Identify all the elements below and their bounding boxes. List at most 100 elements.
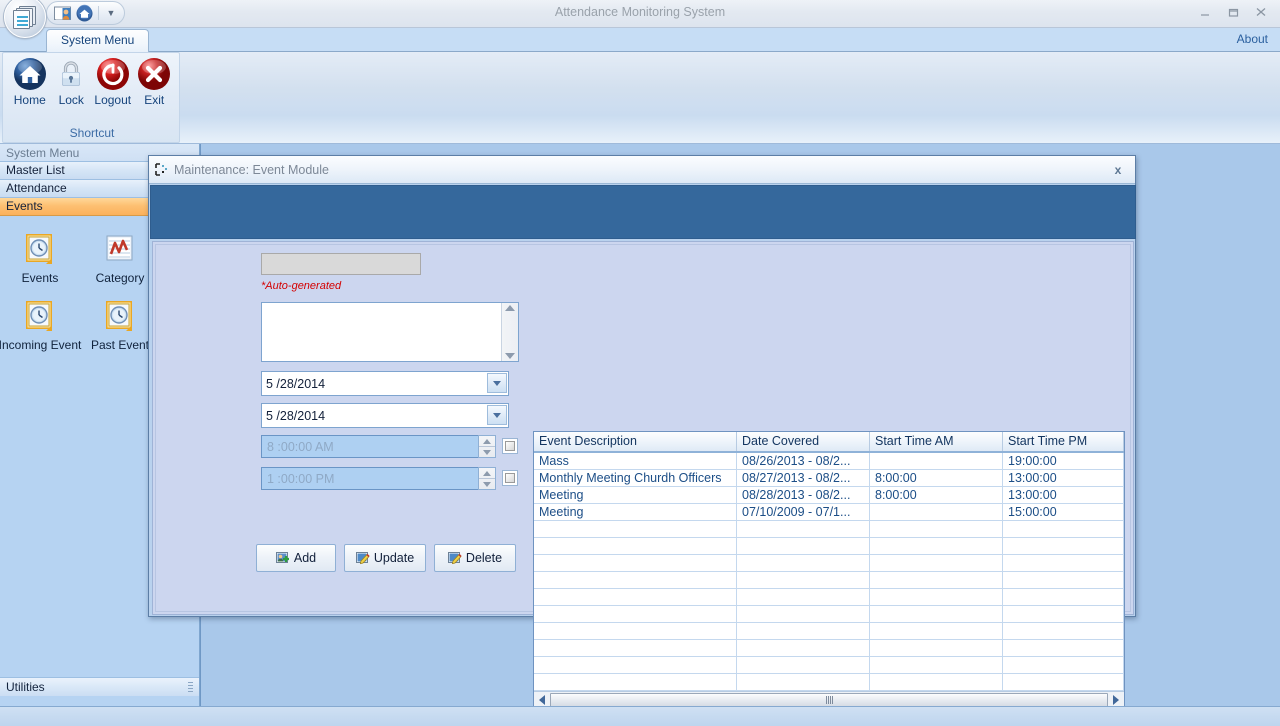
table-row[interactable] (534, 623, 1124, 640)
stepper-up[interactable] (479, 468, 495, 478)
table-cell (870, 589, 1003, 605)
stepper-down[interactable] (479, 446, 495, 457)
auto-generated-note: *Auto-generated (261, 280, 342, 292)
table-cell: Monthly Meeting Churdh Officers (534, 470, 737, 486)
time-start-pm-stepper[interactable] (478, 467, 496, 490)
table-cell (737, 674, 870, 690)
delete-button[interactable]: Delete (434, 544, 516, 572)
table-cell (1003, 674, 1124, 690)
nav-icon-label: Past Event (90, 338, 150, 352)
dialog-inner-panel: Event ID *Auto-generated Event Start Dat… (155, 244, 1131, 709)
edit-icon (447, 552, 462, 565)
stepper-down[interactable] (479, 478, 495, 489)
orb-pages-icon (12, 6, 38, 29)
clock-document-icon (106, 301, 132, 331)
table-row[interactable]: Meeting 08/28/2013 - 08/2... 8:00:00 13:00:… (534, 487, 1124, 504)
table-row[interactable] (534, 521, 1124, 538)
chevron-down-icon (493, 380, 501, 386)
close-circle-icon (138, 58, 171, 90)
window-marker-icon (155, 163, 167, 176)
table-cell: Meeting (534, 504, 737, 520)
table-row[interactable]: Monthly Meeting Churdh Officers 08/27/201… (534, 470, 1124, 487)
ribbon-button-home[interactable]: Home (9, 57, 51, 107)
time-start-pm-checkbox[interactable] (502, 470, 518, 486)
ribbon-button-logout[interactable]: Logout (92, 57, 134, 107)
sidebar-item-label: Events (6, 199, 43, 213)
sidebar-item-label: Attendance (6, 181, 67, 195)
about-link[interactable]: About (1237, 32, 1268, 46)
time-start-am-checkbox[interactable] (502, 438, 518, 454)
table-cell (1003, 623, 1124, 639)
time-start-am-stepper[interactable] (478, 435, 496, 458)
ribbon-group-title: Shortcut (69, 126, 115, 140)
nav-footer-utilities[interactable]: Utilities (0, 677, 199, 696)
time-start-am-field[interactable] (261, 435, 479, 458)
user-card-icon[interactable] (52, 3, 72, 23)
time-start-pm-field[interactable] (261, 467, 479, 490)
add-button-label: Add (293, 551, 317, 565)
home-icon[interactable] (74, 3, 94, 23)
table-cell: 08/26/2013 - 08/2... (737, 453, 870, 469)
table-row[interactable]: Mass 08/26/2013 - 08/2... 19:00:00 (534, 453, 1124, 470)
table-cell (870, 538, 1003, 554)
end-date-dropdown-button[interactable] (487, 405, 507, 425)
application-window: Attendance Monitoring System ▼ System Me… (0, 0, 1280, 726)
update-button[interactable]: Update (344, 544, 426, 572)
delete-button-label: Delete (465, 551, 503, 565)
dialog-close-button[interactable]: x (1109, 162, 1127, 178)
scroll-down-icon[interactable] (505, 353, 515, 359)
scroll-up-icon[interactable] (505, 305, 515, 311)
table-cell: 08/27/2013 - 08/2... (737, 470, 870, 486)
ribbon-button-label: Exit (144, 93, 165, 107)
table-row[interactable] (534, 555, 1124, 572)
add-button[interactable]: Add (256, 544, 336, 572)
stepper-up[interactable] (479, 436, 495, 446)
nav-icon-label: Events (21, 271, 59, 285)
start-date-field[interactable] (261, 371, 509, 396)
table-row[interactable] (534, 589, 1124, 606)
event-description-scrollbar[interactable] (501, 303, 518, 361)
table-cell (534, 572, 737, 588)
ribbon-button-exit[interactable]: Exit (134, 57, 176, 107)
table-cell (737, 623, 870, 639)
minimize-icon[interactable] (1192, 3, 1218, 21)
table-row[interactable]: Meeting 07/10/2009 - 07/1... 15:00:00 (534, 504, 1124, 521)
nav-icon-label: Incoming Event (0, 338, 82, 352)
nav-icon-events[interactable]: Events (0, 232, 80, 285)
tab-system-menu[interactable]: System Menu (46, 29, 150, 52)
table-row[interactable] (534, 640, 1124, 657)
table-row[interactable] (534, 606, 1124, 623)
grid-column-header[interactable]: Event Description (534, 432, 737, 451)
ribbon-group-items: Home Lock Logout Exit (3, 57, 181, 107)
end-date-field[interactable] (261, 403, 509, 428)
table-cell (870, 555, 1003, 571)
nav-icon-incoming-event[interactable]: Incoming Event (0, 299, 82, 352)
table-cell (1003, 572, 1124, 588)
ribbon-tab-strip: System Menu About (0, 28, 1280, 52)
event-description-field[interactable] (261, 302, 519, 362)
table-row[interactable] (534, 674, 1124, 691)
start-date-dropdown-button[interactable] (487, 373, 507, 393)
sidebar-item-label: Master List (6, 163, 65, 177)
table-cell: 07/10/2009 - 07/1... (737, 504, 870, 520)
nav-footer-label: Utilities (6, 680, 45, 694)
table-cell (870, 504, 1003, 520)
table-cell (1003, 657, 1124, 673)
grid-column-header[interactable]: Start Time AM (870, 432, 1003, 451)
table-cell (534, 606, 737, 622)
window-controls (1192, 3, 1274, 21)
event-id-field[interactable] (261, 253, 421, 275)
table-row[interactable] (534, 538, 1124, 555)
grid-column-header[interactable]: Start Time PM (1003, 432, 1124, 451)
table-cell (534, 640, 737, 656)
table-row[interactable] (534, 572, 1124, 589)
dialog-title-bar[interactable]: Maintenance: Event Module x (149, 156, 1135, 184)
ribbon-button-lock[interactable]: Lock (51, 57, 93, 107)
restore-icon[interactable] (1220, 3, 1246, 21)
chevron-down-icon[interactable]: ▼ (103, 3, 119, 23)
table-cell (534, 657, 737, 673)
table-row[interactable] (534, 657, 1124, 674)
close-icon[interactable] (1248, 3, 1274, 21)
ribbon-button-label: Lock (58, 93, 84, 107)
grid-column-header[interactable]: Date Covered (737, 432, 870, 451)
